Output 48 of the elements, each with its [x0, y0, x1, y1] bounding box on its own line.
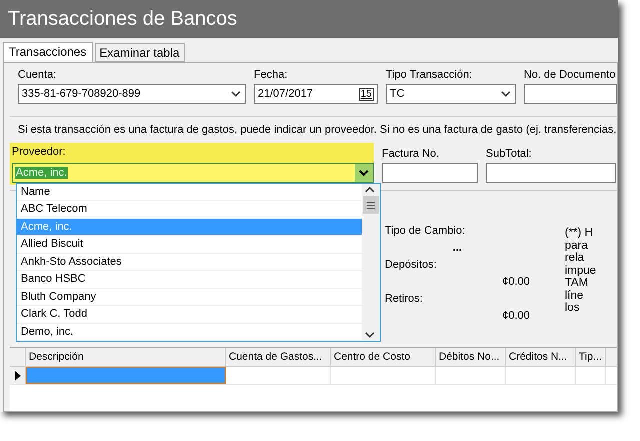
column-header[interactable]: Créditos N...	[506, 348, 576, 366]
combo-box[interactable]: TC	[386, 84, 516, 104]
row-pointer-icon	[14, 370, 20, 380]
date-field[interactable]: 21/07/2017 15	[254, 84, 378, 104]
field-label: SubTotal:	[486, 148, 532, 162]
calendar-button[interactable]: 15	[358, 88, 374, 100]
list-item[interactable]: Demo, inc.	[17, 324, 362, 341]
note-text: rela	[565, 252, 586, 264]
field-label: Retiros:	[385, 293, 424, 307]
field-label: Factura No.	[382, 148, 440, 162]
field-label: Cuenta:	[18, 69, 57, 83]
note-text: (**) H	[565, 227, 594, 240]
field-label: Proveedor:	[12, 146, 66, 160]
dropdown-button[interactable]	[355, 164, 373, 182]
column-header[interactable]: Centro de Costo	[331, 348, 436, 366]
list-item[interactable]: Clark C. Todd	[17, 306, 362, 324]
column-header[interactable]: Débitos No...	[436, 348, 506, 366]
input-field[interactable]	[524, 84, 617, 104]
input-field[interactable]	[486, 163, 616, 183]
input-field[interactable]	[382, 163, 478, 183]
info-message: Si esta transacción es una factura de gastos, puede indicar un proveedor. Si no es una factura de gasto (ej. transferencias,	[17, 123, 617, 138]
amount-value: ¢0.00	[501, 276, 531, 290]
note-text: líne	[565, 290, 585, 302]
column-header[interactable]: Tip...	[576, 348, 606, 366]
field-label: Depósitos:	[385, 259, 438, 273]
column-header[interactable]: Cuenta de Gastos...	[226, 348, 331, 366]
list-item[interactable]: Name	[17, 184, 362, 202]
field-label: No. de Documento	[524, 69, 616, 83]
list-item[interactable]: Banco HSBC	[17, 271, 362, 289]
list-item[interactable]: Bluth Company	[17, 288, 362, 306]
scroll-thumb[interactable]	[363, 196, 379, 214]
combo-box[interactable]: 335-81-679-708920-899	[18, 84, 246, 104]
field-label: Tipo de Cambio:	[385, 225, 466, 239]
field-label: Fecha:	[254, 69, 288, 83]
ellipsis-button[interactable]: ...	[385, 242, 565, 259]
tab[interactable]: Examinar tabla	[94, 43, 185, 62]
tab[interactable]: Transacciones	[3, 42, 93, 62]
amount-value: ¢0.00	[501, 310, 531, 324]
list-item[interactable]: Allied Biscuit	[17, 236, 362, 254]
note-text: los	[565, 302, 581, 314]
window-title: Transacciones de Bancos	[0, 0, 618, 38]
field-label: Tipo Transacción:	[386, 69, 472, 83]
list-item[interactable]: ABC Telecom	[17, 201, 362, 219]
note-text: impue	[565, 264, 598, 277]
column-header[interactable]: Descripción	[26, 348, 226, 366]
note-text: TAM	[565, 277, 590, 290]
note-text: para	[565, 240, 590, 252]
table-cell[interactable]	[26, 367, 226, 384]
